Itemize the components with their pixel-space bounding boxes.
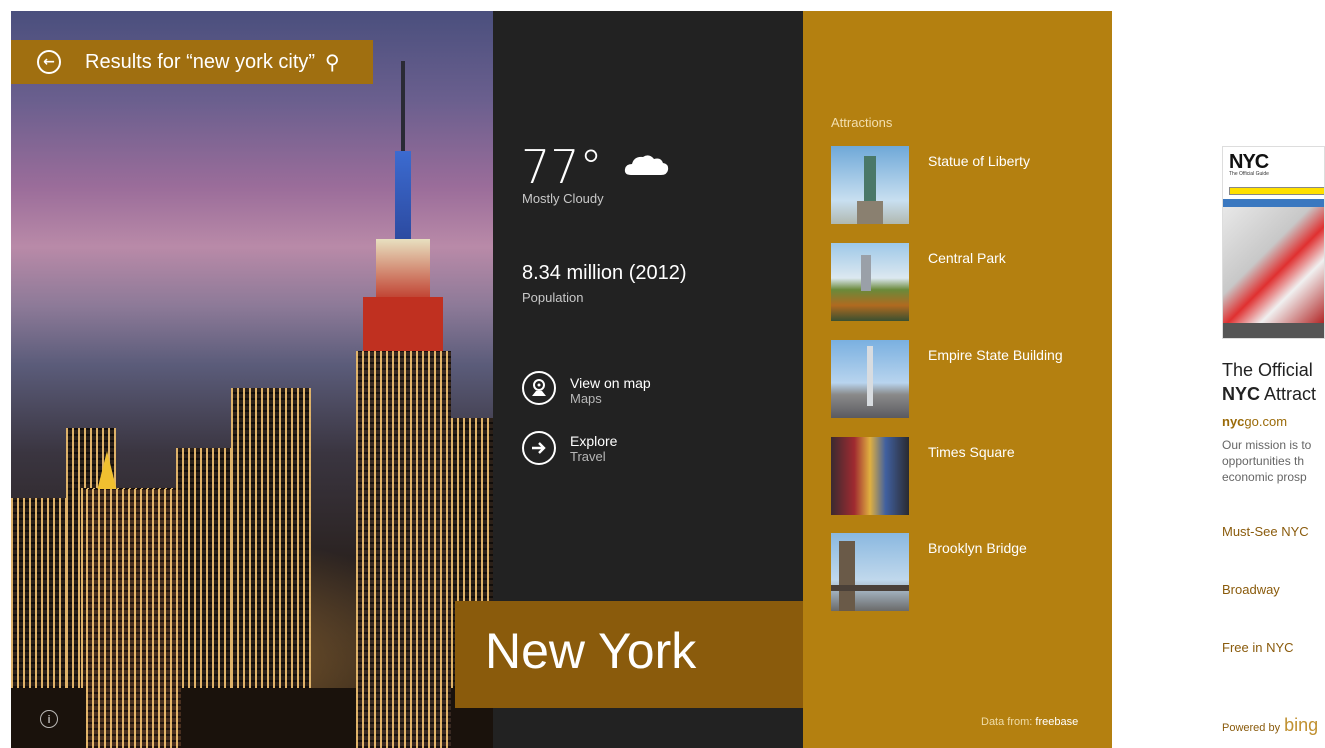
web-result-link-broadway[interactable]: Broadway: [1222, 582, 1280, 597]
park-skyline: [861, 255, 871, 291]
building-tower: [86, 489, 181, 748]
map-pin-icon: [522, 371, 556, 405]
web-result-title-line1[interactable]: The Official: [1222, 360, 1313, 381]
population-label: Population: [522, 290, 584, 305]
population-value: 8.34 million (2012): [522, 262, 687, 284]
statue-pedestal: [857, 201, 883, 224]
bridge-deck: [831, 585, 909, 591]
data-source-credit: Data from: freebase: [981, 716, 1078, 728]
weather-condition: Mostly Cloudy: [522, 191, 604, 206]
view-on-map-title: View on map: [570, 375, 651, 391]
city-name: New York: [485, 623, 697, 679]
web-result-link-free[interactable]: Free in NYC: [1222, 640, 1294, 655]
attraction-name[interactable]: Statue of Liberty: [928, 153, 1030, 169]
web-result-thumbnail[interactable]: NYC The Official Guide: [1222, 146, 1325, 339]
thumb-hero: [1223, 207, 1324, 323]
powered-by-label: Powered by: [1222, 722, 1281, 734]
esb-top-lights: [376, 239, 430, 299]
data-from-label: Data from:: [981, 716, 1033, 728]
thumb-footer: [1223, 323, 1324, 338]
attraction-name[interactable]: Empire State Building: [928, 347, 1063, 363]
bridge-tower: [839, 541, 855, 611]
thumb-nav: [1223, 199, 1324, 207]
esb-tower: [356, 351, 451, 748]
search-icon[interactable]: ⚲: [325, 50, 340, 74]
attraction-thumbnail-times-square[interactable]: [831, 437, 909, 515]
arrow-right-circle-icon: [522, 431, 556, 465]
description-line: opportunities th: [1222, 454, 1305, 468]
description-line: economic prosp: [1222, 470, 1307, 484]
attraction-name[interactable]: Brooklyn Bridge: [928, 540, 1027, 556]
back-arrow-circle-icon[interactable]: ←: [37, 50, 61, 74]
thumb-search-field: [1229, 187, 1324, 195]
statue-figure: [864, 156, 876, 206]
attraction-thumbnail-statue-of-liberty[interactable]: [831, 146, 909, 224]
web-result-title-bold: NYC: [1222, 384, 1261, 404]
explore-subtitle: Travel: [570, 449, 606, 464]
bing-logo: bing: [1284, 715, 1319, 735]
explore-button[interactable]: Explore Travel: [522, 431, 617, 465]
view-on-map-button[interactable]: View on map Maps: [522, 371, 651, 406]
cloud-icon: [624, 155, 669, 175]
attractions-heading: Attractions: [831, 115, 893, 130]
description-line: Our mission is to: [1222, 438, 1312, 452]
explore-title: Explore: [570, 433, 618, 449]
esb-mini: [867, 346, 873, 406]
esb-red-band: [363, 297, 443, 357]
nyc-logo-subtitle: The Official Guide: [1229, 171, 1269, 177]
attraction-name[interactable]: Times Square: [928, 444, 1015, 460]
web-result-url-bold: nyc: [1222, 414, 1245, 429]
attraction-thumbnail-central-park[interactable]: [831, 243, 909, 321]
esb-blue-lights: [395, 151, 411, 241]
temperature-value: 77°: [521, 140, 603, 194]
search-results-label[interactable]: Results for “new york city”: [85, 51, 315, 74]
attraction-thumbnail-empire-state-building[interactable]: [831, 340, 909, 418]
attraction-thumbnail-brooklyn-bridge[interactable]: [831, 533, 909, 611]
search-results-bar[interactable]: ← Results for “new york city” ⚲: [11, 40, 373, 84]
web-result-link-must-see[interactable]: Must-See NYC: [1222, 524, 1309, 539]
view-on-map-subtitle: Maps: [570, 391, 602, 406]
hero-city-image: i: [11, 11, 495, 748]
powered-by-bing: Powered by bing: [1222, 715, 1318, 736]
web-result-title-rest: Attract: [1260, 384, 1317, 404]
web-result-url-rest: go.com: [1244, 414, 1288, 429]
web-result-title-line2[interactable]: NYC Attract: [1222, 384, 1316, 405]
attraction-name[interactable]: Central Park: [928, 250, 1006, 266]
data-from-source[interactable]: freebase: [1035, 716, 1078, 728]
web-result-url[interactable]: nycgo.com: [1222, 414, 1287, 429]
web-result-description: Our mission is to opportunities th econo…: [1222, 437, 1325, 485]
info-icon[interactable]: i: [40, 710, 58, 728]
